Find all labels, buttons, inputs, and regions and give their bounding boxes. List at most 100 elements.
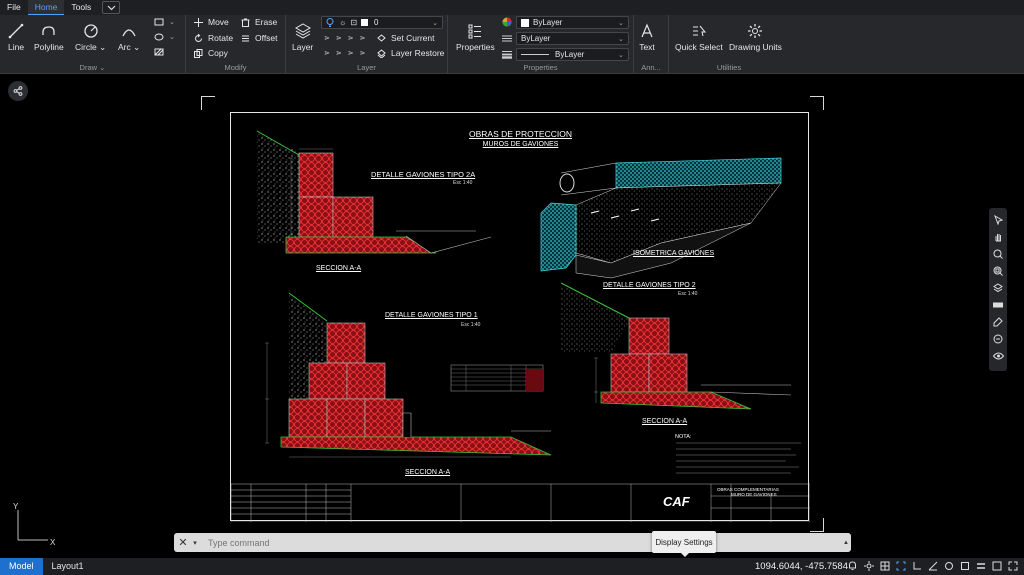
color-dropdown[interactable]: ByLayer ⌄ [516, 16, 629, 29]
ribbon-toggle-chevron-icon[interactable] [102, 1, 121, 14]
erase-button[interactable]: Erase [241, 17, 277, 27]
paper-corner-mark [201, 96, 215, 110]
tab-model[interactable]: Model [0, 558, 43, 575]
zoom-window-icon[interactable] [990, 263, 1006, 278]
sheet-subtitle: MUROS DE GAVIONES [482, 141, 559, 148]
linetype-icon [502, 34, 512, 46]
share-icon [13, 86, 23, 96]
polyline-icon [42, 26, 55, 35]
ortho-icon[interactable] [911, 560, 922, 572]
transparency-icon[interactable] [991, 560, 1002, 572]
settings-sun-icon[interactable] [863, 560, 874, 572]
pan-hand-icon[interactable] [990, 229, 1006, 244]
bulb-icon [326, 18, 334, 27]
line-button[interactable]: Line [8, 23, 24, 52]
share-button[interactable] [8, 81, 28, 101]
draw-group-label: Draw ⌄ [79, 63, 106, 72]
measure-icon[interactable] [990, 297, 1006, 312]
layer-group-label: Layer [357, 63, 376, 72]
snap-icon[interactable] [895, 560, 906, 572]
menu-home[interactable]: Home [27, 0, 65, 15]
notes-lines [676, 442, 801, 474]
lineweight-dropdown[interactable]: ByLayer ⌄ [516, 48, 629, 61]
properties-button[interactable]: Properties [456, 23, 495, 52]
select-icon[interactable] [990, 212, 1006, 227]
polar-icon[interactable] [927, 560, 938, 572]
erase-icon [241, 18, 250, 27]
move-icon [194, 17, 203, 27]
circle-button[interactable]: Circle ⌄ [75, 23, 106, 53]
menu-file[interactable]: File [0, 0, 28, 15]
display-settings-tooltip: Display Settings [652, 531, 716, 557]
rectangle-button[interactable]: ⌄ [154, 18, 175, 26]
linetype-value: ByLayer [521, 34, 551, 43]
offset-button[interactable]: Offset [241, 33, 278, 43]
copy-label: Copy [208, 48, 228, 58]
arc-button[interactable]: Arc ⌄ [118, 23, 140, 53]
title-block-subject: MURO DE GAVIONES [731, 492, 777, 497]
tab-layout1[interactable]: Layout1 [43, 558, 93, 575]
layer-button[interactable]: Layer [292, 23, 313, 52]
detail-2-scale: Esc 1:40 [678, 291, 698, 297]
grid-icon[interactable] [879, 560, 890, 572]
text-label: Text [639, 42, 655, 52]
modify-group-label: Modify [224, 63, 247, 72]
rotate-button[interactable]: Rotate [194, 33, 233, 43]
menu-tools[interactable]: Tools [64, 0, 98, 15]
status-bar: Model Layout1 1094.6044, -475.7584 [0, 558, 1024, 575]
polyline-label: Polyline [34, 42, 64, 52]
otrack-icon[interactable] [959, 560, 970, 572]
hatch-button[interactable] [154, 48, 169, 56]
layer-state-icons[interactable]: ⋗⋗⋗⋗ [324, 34, 371, 42]
markup-icon[interactable] [990, 314, 1006, 329]
set-current-button[interactable]: Set Current [377, 33, 434, 43]
linetype-dropdown[interactable]: ByLayer ⌄ [516, 32, 629, 45]
section-a-label-3: SECCION A-A [405, 469, 451, 476]
annotation-group-label: Ann... [641, 63, 661, 72]
ellipse-button[interactable]: ⌄ [154, 33, 175, 41]
close-icon[interactable]: ✕ [176, 536, 190, 549]
ucs-icon: Y X [10, 500, 60, 548]
ucs-x-label: X [50, 538, 56, 547]
view-eye-icon[interactable] [990, 348, 1006, 363]
copy-button[interactable]: Copy [194, 48, 228, 58]
layer-dropdown[interactable]: ☼ ⊡ 0 ⌄ [321, 16, 443, 29]
detail-2-title: DETALLE GAVIONES TIPO 2 [603, 282, 696, 289]
layer-restore-button[interactable]: Layer Restore [377, 48, 444, 58]
quick-select-button[interactable]: Quick Select [675, 23, 723, 52]
color-swatch-icon [361, 19, 369, 26]
lineweight-toggle-icon[interactable] [975, 560, 986, 572]
quick-select-icon [692, 25, 706, 37]
paper-corner-mark [810, 518, 824, 532]
move-button[interactable]: Move [194, 17, 229, 27]
detail-2-graphic [560, 282, 792, 410]
properties-group: Properties ByLayer ⌄ ByLayer ⌄ ByLayer ⌄… [448, 15, 634, 74]
layers-icon[interactable] [990, 280, 1006, 295]
gear-icon [748, 24, 763, 38]
utilities-group: Quick Select Drawing Units Utilities [669, 15, 789, 74]
detail-2a-scale: Esc 1:40 [453, 180, 473, 186]
comment-icon[interactable] [990, 331, 1006, 346]
section-a-label-1: SECCION A-A [316, 265, 362, 272]
command-line: ✕ ▾ ▲ [174, 533, 851, 552]
isometric-title: ISOMETRICA GAVIONES [633, 250, 715, 257]
circle-icon [83, 24, 98, 38]
section-a-label-2: SECCION A-A [642, 418, 688, 425]
fullscreen-icon[interactable] [1007, 560, 1018, 572]
zoom-extents-icon[interactable] [990, 246, 1006, 261]
notification-bell-icon[interactable] [847, 560, 858, 572]
layer-isolate-icons[interactable]: ⋗⋗⋗⋗ [324, 49, 371, 57]
drawing-units-button[interactable]: Drawing Units [729, 23, 782, 52]
history-expand-icon[interactable]: ▲ [841, 540, 851, 546]
osnap-icon[interactable] [943, 560, 954, 572]
circle-label: Circle ⌄ [75, 42, 107, 52]
command-menu-chevron-icon[interactable]: ▾ [190, 539, 200, 547]
properties-icon [468, 24, 482, 39]
text-button[interactable]: Text [639, 23, 655, 52]
line-icon [8, 23, 24, 39]
rotate-label: Rotate [208, 33, 234, 43]
menu-bar: File Home Tools [0, 0, 1024, 15]
sheet-title: OBRAS DE PROTECCION [469, 129, 572, 139]
polyline-button[interactable]: Polyline [34, 23, 64, 52]
command-input[interactable] [200, 534, 841, 551]
